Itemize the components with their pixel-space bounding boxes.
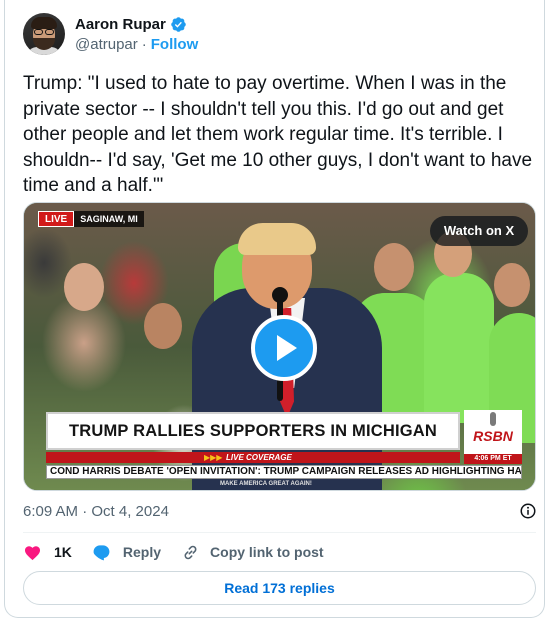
play-icon [276,335,297,361]
like-button[interactable]: 1K [23,543,72,562]
post-timestamp[interactable]: 6:09 AM · Oct 4, 2024 [23,503,169,520]
reply-label: Reply [122,544,162,560]
network-name: RSBN [473,428,513,444]
banner-text: MAKE AMERICA GREAT AGAIN! [220,481,312,487]
post-header: Aaron Rupar @atrupar · Follow [23,10,198,58]
live-coverage-strip: ▶▶▶ LIVE COVERAGE [46,452,460,463]
author-block: Aaron Rupar @atrupar · Follow [75,14,198,54]
handle-separator: · [141,35,147,53]
avatar[interactable] [23,13,65,55]
copy-link-button[interactable]: Copy link to post [181,543,324,562]
news-chyron: TRUMP RALLIES SUPPORTERS IN MICHIGAN [46,412,460,450]
heart-icon [24,545,41,560]
live-arrows: ▶▶▶ [204,453,223,462]
action-bar: 1K Reply Copy link to post [23,540,344,564]
divider [23,532,536,533]
author-handle[interactable]: @atrupar [75,36,138,53]
author-display-name[interactable]: Aaron Rupar [75,16,166,33]
play-button[interactable] [251,315,317,381]
live-location: SAGINAW, MI [80,214,138,224]
info-icon[interactable] [519,502,537,520]
video-player[interactable]: LIVE SAGINAW, MI Watch on X TRUMP RALLIE… [23,202,536,491]
mic-icon [490,412,496,426]
post-text: Trump: "I used to hate to pay overtime. … [23,73,533,196]
live-badge: LIVE [38,211,75,227]
read-replies-button[interactable]: Read 173 replies [23,571,536,605]
copy-link-label: Copy link to post [210,544,324,560]
reply-button[interactable]: Reply [92,543,161,562]
verified-badge-icon [171,16,186,32]
news-ticker: COND HARRIS DEBATE 'OPEN INVITATION': TR… [46,465,522,479]
link-icon [184,545,197,559]
live-location-tag: LIVE SAGINAW, MI [38,211,144,227]
network-time: 4:06 PM ET [464,454,522,464]
post-card: Aaron Rupar @atrupar · Follow Trump: "I … [4,0,545,618]
reply-bubble-icon [93,544,110,560]
live-coverage-label: LIVE COVERAGE [226,453,292,462]
follow-button[interactable]: Follow [151,36,199,53]
like-count: 1K [54,544,72,560]
watch-on-x-button[interactable]: Watch on X [430,216,528,246]
